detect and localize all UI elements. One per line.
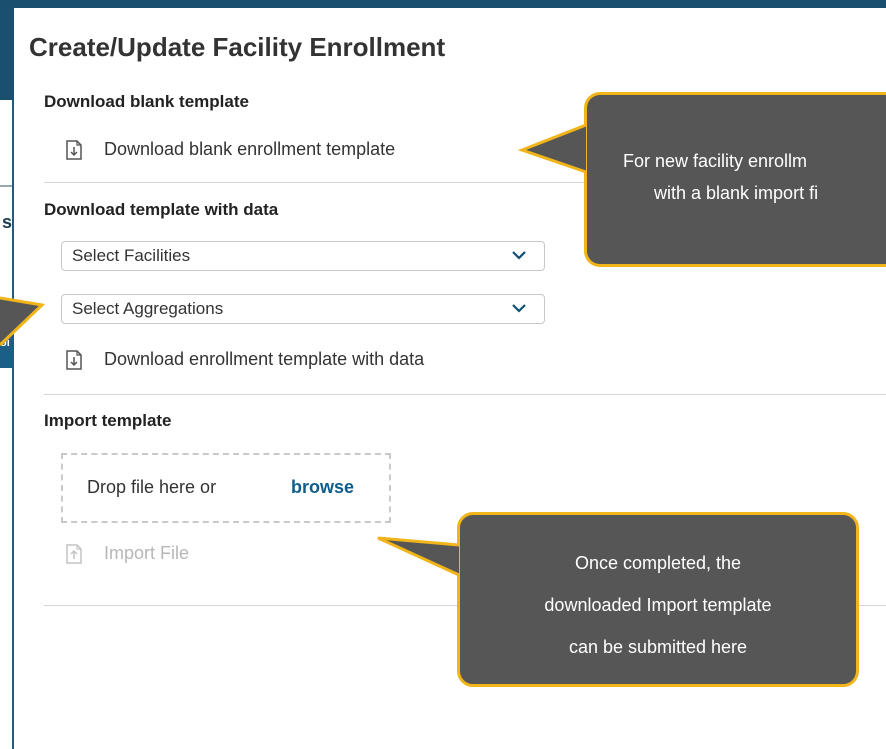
callout-new-facility-line1: For new facility enrollm — [623, 151, 808, 171]
download-file-icon — [66, 139, 82, 160]
chevron-down-icon — [512, 304, 526, 313]
download-template-with-data-label: Download enrollment template with data — [104, 349, 425, 369]
background-panel-button[interactable]: oi — [0, 318, 12, 368]
select-facilities-value: Select Facilities — [72, 246, 191, 265]
select-aggregations-value: Select Aggregations — [72, 299, 224, 318]
import-file-button[interactable]: Import File — [61, 543, 189, 564]
callout-new-facility: For new facility enrollm with a blank im… — [584, 92, 886, 267]
drop-zone-text: Drop file here or — [87, 477, 217, 497]
download-blank-template-label: Download blank enrollment template — [104, 139, 396, 159]
file-drop-zone[interactable]: Drop file here or browse — [61, 453, 391, 523]
section-divider — [44, 394, 886, 395]
select-aggregations-dropdown[interactable]: Select Aggregations — [61, 294, 545, 324]
chevron-down-icon — [512, 251, 526, 260]
download-file-icon — [66, 349, 82, 370]
browse-link[interactable]: browse — [291, 477, 354, 498]
dialog-title: Create/Update Facility Enrollment — [29, 32, 446, 62]
import-file-label: Import File — [104, 543, 190, 563]
callout-import-line1: Once completed, the — [574, 553, 742, 573]
upload-file-icon — [66, 543, 82, 564]
section-title-import-template: Import template — [44, 411, 172, 430]
callout-import: Once completed, the downloaded Import te… — [457, 512, 859, 687]
callout-import-line3: can be submitted here — [568, 637, 748, 657]
background-panel-divider — [0, 185, 12, 187]
download-template-with-data-link[interactable]: Download enrollment template with data — [66, 349, 424, 370]
background-side-panel — [0, 100, 12, 749]
background-panel-text: s — [2, 212, 13, 232]
callout-new-facility-line2: with a blank import fi — [654, 183, 819, 203]
download-blank-template-link[interactable]: Download blank enrollment template — [66, 139, 395, 160]
select-facilities-dropdown[interactable]: Select Facilities — [61, 241, 545, 271]
section-title-template-with-data: Download template with data — [44, 200, 279, 219]
section-title-blank-template: Download blank template — [44, 92, 249, 111]
callout-import-line2: downloaded Import template — [544, 595, 772, 615]
